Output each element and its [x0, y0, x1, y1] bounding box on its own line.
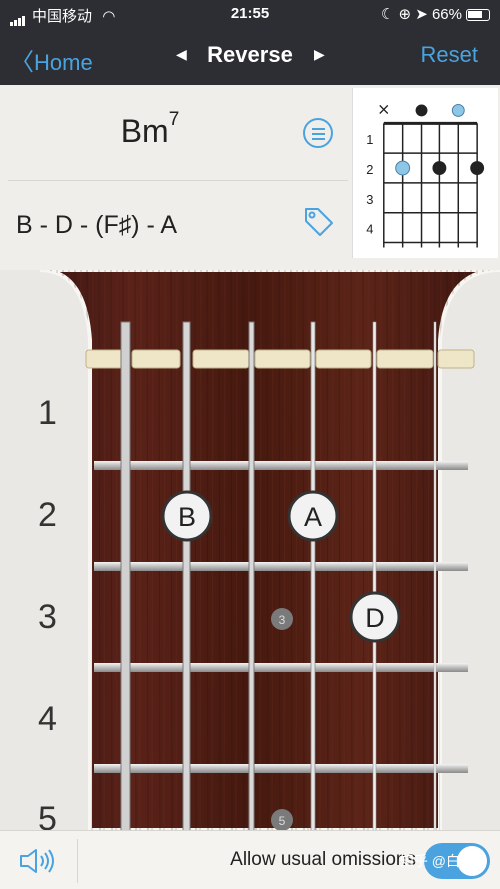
inlay-5: 5: [271, 809, 293, 830]
fretboard[interactable]: 3 5 B A D: [0, 270, 500, 830]
status-right: ☾ ⊕ ➤ 66%: [381, 5, 490, 23]
chord-notes: B - D - (F♯) - A: [16, 211, 178, 239]
bottom-bar: Allow usual omissions 知乎 @白白白: [0, 830, 500, 889]
rotation-lock-icon: ⊕: [398, 6, 412, 23]
location-icon: ➤: [415, 6, 428, 23]
string-1: [433, 321, 437, 830]
divider: [77, 839, 78, 883]
chord-root: Bm: [120, 113, 169, 149]
omissions-label: Allow usual omissions: [230, 849, 416, 870]
diagram-fret-label: 3: [366, 192, 373, 207]
list-icon[interactable]: [303, 118, 333, 148]
nut: [85, 349, 475, 369]
speaker-icon[interactable]: [18, 847, 56, 875]
diagram-fret-label: 2: [366, 162, 373, 177]
string-2: [372, 321, 377, 830]
diagram-grid: [383, 121, 478, 248]
muted-string-marker: ×: [377, 99, 390, 118]
finger-dot-highlight: [395, 160, 411, 176]
note-label: B: [178, 502, 196, 532]
status-bar: 中国移动 ◠ 21:55 ☾ ⊕ ➤ 66%: [0, 0, 500, 28]
inlay-label: 5: [279, 814, 286, 828]
divider: [8, 180, 348, 181]
fret-number: 3: [38, 598, 57, 636]
watermark: 知乎 @白白白: [399, 853, 488, 869]
battery-icon: [466, 9, 490, 22]
note-label: D: [365, 603, 385, 633]
finger-dot: [432, 161, 447, 175]
fret-number: 1: [38, 394, 57, 432]
diagram-fret-label: 4: [366, 222, 373, 237]
next-chord-button[interactable]: ▶: [314, 46, 325, 63]
tag-icon[interactable]: [302, 205, 336, 239]
inlay-3: 3: [271, 608, 293, 630]
diagram-fret-label: 1: [366, 132, 373, 147]
nav-bar: 〈Home ◀ Reverse ▶ Reset: [0, 28, 500, 85]
battery-percent: 66%: [431, 6, 462, 23]
note-label: A: [304, 502, 322, 532]
chord-extension: 7: [168, 109, 180, 130]
moon-icon: ☾: [380, 6, 395, 23]
fretboard-area[interactable]: 3 5 B A D 1 2 3 4 5: [0, 270, 500, 830]
finger-dot: [470, 161, 485, 175]
fret-number: 2: [38, 496, 57, 534]
chord-diagram[interactable]: × 1 2 3 4: [352, 88, 498, 258]
fret-wire: [94, 764, 468, 773]
note-marker-d[interactable]: D: [349, 591, 401, 643]
chord-info-panel: Bm7 B - D - (F♯) - A × 1 2 3 4: [0, 85, 500, 270]
fret-number: 5: [38, 800, 57, 830]
note-marker-a[interactable]: A: [287, 490, 339, 542]
string-6: [120, 321, 131, 830]
string-3: [310, 321, 316, 830]
note-marker-b[interactable]: B: [161, 490, 213, 542]
inlay-label: 3: [279, 613, 286, 627]
chord-name: Bm7: [0, 109, 300, 150]
fret-wire: [94, 663, 468, 672]
open-string-marker: [415, 104, 428, 117]
fret-wire: [94, 562, 468, 571]
string-5: [182, 321, 191, 830]
fret-number: 4: [38, 700, 57, 738]
fret-wire: [94, 461, 468, 470]
open-string-marker-highlight: [451, 103, 465, 117]
reset-button[interactable]: Reset: [421, 42, 478, 68]
string-4: [248, 321, 255, 830]
